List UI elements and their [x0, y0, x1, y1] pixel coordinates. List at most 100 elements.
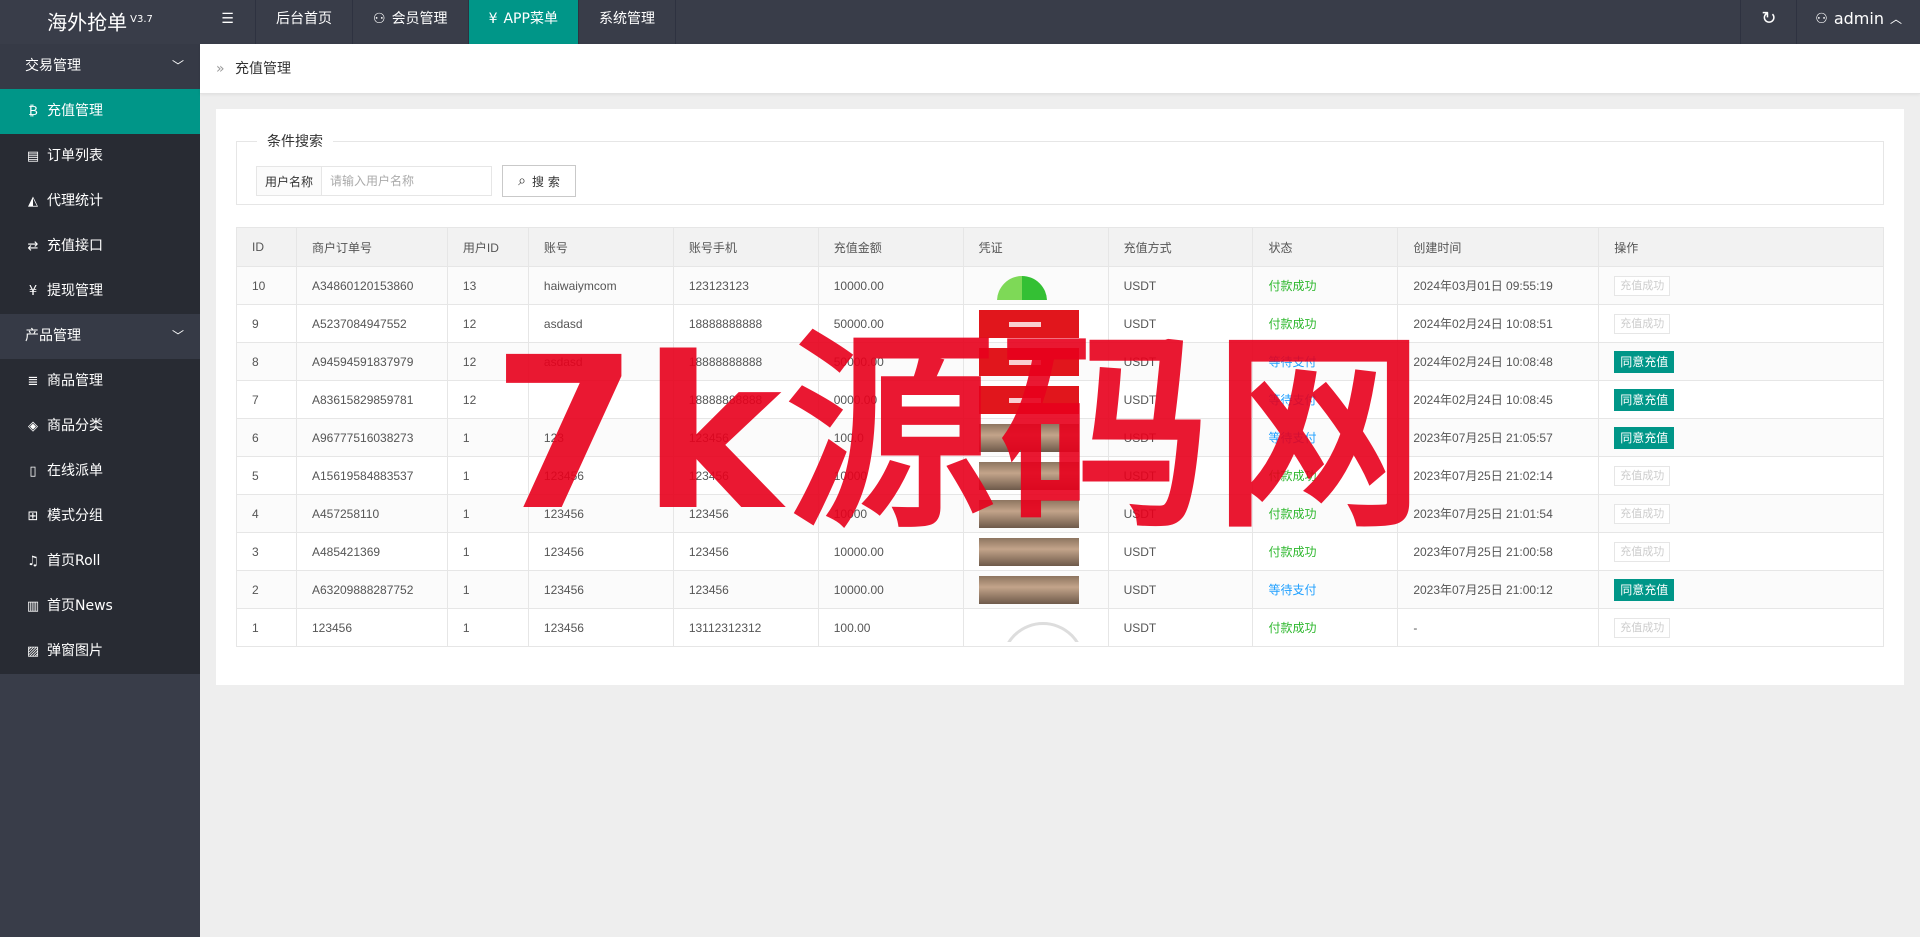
sidebar-item-popup-image[interactable]: ▨ 弹窗图片: [0, 629, 200, 674]
cell-amount: 10000.00: [817, 266, 964, 305]
cell-id-text: 6: [252, 430, 259, 445]
sidebar: 交易管理 ﹀ ₿ 充值管理 ▤ 订单列表 ◭ 代理统计 ⇄ 充值接口 ¥ 提现管…: [0, 44, 200, 937]
cell-user-id: 13: [446, 266, 529, 305]
list-icon: ▤: [26, 149, 40, 164]
cell-amount: 100.0: [817, 418, 964, 457]
cell-action: 同意充值: [1598, 570, 1884, 609]
sidebar-item-label: 充值接口: [47, 238, 103, 254]
cell-voucher: [962, 608, 1109, 647]
sidebar-item-mode-group[interactable]: ⊞ 模式分组: [0, 494, 200, 539]
voucher-image[interactable]: [979, 272, 1079, 300]
sidebar-item-home-news[interactable]: ▥ 首页News: [0, 584, 200, 629]
approve-recharge-button[interactable]: 同意充值: [1614, 578, 1675, 601]
voucher-image[interactable]: [978, 423, 1079, 452]
sidebar-item-withdraw[interactable]: ¥ 提现管理: [0, 269, 200, 314]
cell-user-id-text: 13: [462, 278, 477, 293]
recharge-table: ID 商户订单号 用户ID 账号 账号手机 充值金额 凭证 充值方式 状态 创建时间 操作 10 A3…: [236, 227, 1884, 647]
voucher-image[interactable]: [978, 537, 1079, 566]
cell-voucher: [962, 304, 1109, 343]
main-content: » 充值管理 条件搜索 用户名称 ⌕ 搜 索 ID商户订单号用户ID账号账号手机…: [200, 44, 1920, 937]
cell-user-id-text: 1: [462, 620, 470, 635]
voucher-image[interactable]: [979, 614, 1079, 642]
cell-user-id-text: 12: [462, 316, 477, 331]
username-search-input[interactable]: [322, 166, 493, 196]
search-legend: 条件搜索: [267, 134, 323, 150]
sidebar-item-agent-stats[interactable]: ◭ 代理统计: [0, 179, 200, 224]
sidebar-item-label: 商品分类: [47, 418, 103, 434]
cell-status: 付款成功: [1252, 456, 1399, 495]
cell-account-text: asdasd: [543, 354, 583, 369]
cell-account: asdasd: [527, 304, 674, 343]
cell-id: 5: [236, 456, 297, 495]
approve-recharge-button[interactable]: 同意充值: [1614, 388, 1675, 411]
voucher-image[interactable]: [978, 385, 1079, 414]
cell-id: 7: [236, 380, 297, 419]
cell-status-text: 付款成功: [1268, 507, 1317, 521]
cell-order-no-text: A5237084947552: [311, 316, 407, 331]
column-header: 账号手机: [672, 227, 819, 267]
search-button[interactable]: ⌕ 搜 索: [502, 165, 577, 197]
cell-created-time-text: 2023年07月25日 21:02:14: [1413, 469, 1553, 483]
voucher-image[interactable]: [978, 461, 1079, 490]
app-title: 海外抢单: [47, 10, 128, 35]
sidebar-item-dispatch[interactable]: ▯ 在线派单: [0, 449, 200, 494]
cell-action: 充值成功: [1598, 304, 1884, 343]
breadcrumb-separator: »: [216, 61, 225, 77]
approve-recharge-button[interactable]: 同意充值: [1614, 426, 1675, 449]
cell-order-no-text: A96777516038273: [311, 430, 414, 445]
cell-id-text: 2: [252, 582, 259, 597]
cell-status-text: 等待支付: [1268, 393, 1317, 407]
cell-method-text: USDT: [1123, 620, 1157, 635]
cell-status: 付款成功: [1252, 608, 1399, 647]
cell-method-text: USDT: [1123, 468, 1157, 483]
cell-status-text: 付款成功: [1268, 621, 1317, 635]
voucher-image[interactable]: [978, 309, 1079, 338]
cell-account: haiwaiymcom: [527, 266, 674, 305]
sidebar-item-recharge[interactable]: ₿ 充值管理: [0, 89, 200, 134]
cell-status-text: 等待支付: [1268, 431, 1317, 445]
topnav-item-home[interactable]: 后台首页: [256, 0, 353, 44]
cell-phone-text: 123123123: [688, 278, 749, 293]
cell-created-time-text: 2023年07月25日 21:00:58: [1413, 545, 1553, 559]
cell-voucher: [962, 380, 1109, 419]
column-header: 充值金额: [817, 227, 964, 267]
approve-recharge-button[interactable]: 同意充值: [1614, 350, 1675, 373]
app-version: V3.7: [130, 14, 153, 25]
note-icon: ▯: [29, 464, 37, 479]
cell-phone-text: 123456: [688, 506, 729, 521]
cell-account: 123: [527, 418, 674, 457]
menu-toggle-button[interactable]: ☰: [200, 0, 256, 44]
topnav-item-members[interactable]: ⚇ 会员管理: [353, 0, 469, 44]
cell-account-text: asdasd: [543, 316, 583, 331]
user-menu[interactable]: ⚇ admin ︿: [1796, 0, 1920, 44]
cell-order-no: 123456: [295, 608, 448, 647]
voucher-image[interactable]: [978, 499, 1079, 528]
topnav-item-app-menu[interactable]: ¥ APP菜单: [468, 0, 579, 44]
chevron-down-icon: ﹀: [171, 59, 184, 73]
refresh-button[interactable]: ↻: [1740, 0, 1796, 44]
cell-amount: 50000.00: [817, 342, 964, 381]
table-row: 7 A83615829859781 12 18888888888 0000.00 USDT…: [236, 380, 1884, 419]
voucher-image[interactable]: [978, 575, 1079, 604]
sidebar-item-goods[interactable]: ≣ 商品管理: [0, 359, 200, 404]
topnav-item-label: 后台首页: [276, 11, 332, 27]
cell-account: asdasd: [527, 342, 674, 381]
user-icon: ⚇: [373, 11, 386, 27]
column-header: 状态: [1252, 227, 1399, 267]
sidebar-item-label: 商品管理: [47, 373, 103, 389]
voucher-image[interactable]: [978, 347, 1079, 376]
cell-created-time-text: 2024年02月24日 10:08:45: [1413, 393, 1553, 407]
table-body: 10 A34860120153860 13 haiwaiymcom 123123123 1…: [236, 266, 1884, 647]
cell-method-text: USDT: [1123, 506, 1157, 521]
sidebar-item-label: 首页News: [47, 598, 113, 614]
sidebar-group-trade[interactable]: 交易管理 ﹀: [0, 44, 200, 89]
sidebar-item-orders[interactable]: ▤ 订单列表: [0, 134, 200, 179]
sidebar-group-products[interactable]: 产品管理 ﹀: [0, 314, 200, 359]
cell-id: 6: [236, 418, 297, 457]
sidebar-item-home-roll[interactable]: ♫ 首页Roll: [0, 539, 200, 584]
topnav-item-system[interactable]: 系统管理: [579, 0, 676, 44]
sidebar-item-recharge-api[interactable]: ⇄ 充值接口: [0, 224, 200, 269]
cell-method: USDT: [1107, 456, 1254, 495]
sidebar-item-categories[interactable]: ◈ 商品分类: [0, 404, 200, 449]
cell-user-id-text: 1: [462, 544, 470, 559]
